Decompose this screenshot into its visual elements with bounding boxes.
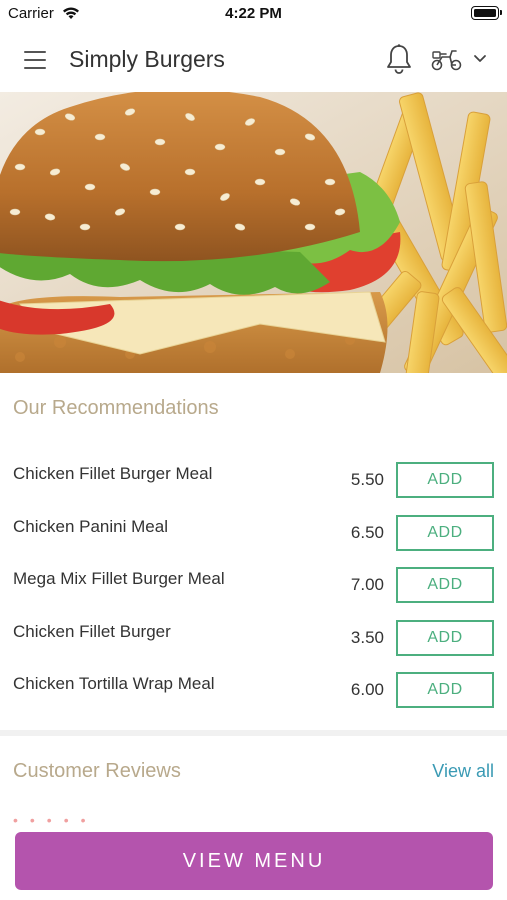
item-name: Chicken Tortilla Wrap Meal (13, 674, 215, 693)
bell-icon[interactable] (384, 43, 414, 75)
status-bar: Carrier 4:22 PM (0, 0, 507, 28)
clock-time: 4:22 PM (225, 5, 282, 22)
item-price: 7.00 (350, 575, 384, 594)
view-menu-button[interactable]: VIEW MENU (15, 832, 493, 890)
app-title: Simply Burgers (69, 46, 225, 72)
item-price: 6.00 (350, 680, 384, 699)
recommendations-list: Chicken Fillet Burger Meal 5.50 ADD Chic… (0, 450, 507, 713)
add-button[interactable]: ADD (396, 619, 494, 656)
list-item: Mega Mix Fillet Burger Meal 7.00 ADD (0, 555, 507, 608)
scooter-icon[interactable] (430, 46, 464, 72)
list-item: Chicken Tortilla Wrap Meal 6.00 ADD (0, 660, 507, 713)
add-button[interactable]: ADD (396, 462, 494, 498)
hero-image (0, 92, 507, 373)
recommendations-title: Our Recommendations (13, 397, 219, 419)
item-name: Chicken Panini Meal (13, 516, 168, 536)
list-item: Chicken Panini Meal 6.50 ADD (0, 503, 507, 556)
add-button[interactable]: ADD (396, 672, 494, 708)
item-name: Chicken Fillet Burger Meal (13, 464, 213, 483)
list-item: Chicken Fillet Burger Meal 5.50 ADD (0, 450, 507, 503)
item-price: 6.50 (350, 522, 384, 542)
reviews-title: Customer Reviews (13, 760, 181, 782)
view-all-link[interactable]: View all (432, 761, 494, 782)
item-price: 3.50 (350, 627, 384, 647)
item-name: Chicken Fillet Burger (13, 621, 171, 641)
add-button[interactable]: ADD (396, 567, 494, 603)
app-header: Simply Burgers (0, 28, 507, 92)
add-button[interactable]: ADD (396, 514, 494, 551)
list-item: Chicken Fillet Burger 3.50 ADD (0, 608, 507, 661)
item-price: 5.50 (350, 470, 384, 489)
item-name: Mega Mix Fillet Burger Meal (13, 569, 225, 588)
chevron-down-icon[interactable] (471, 52, 489, 66)
menu-icon[interactable] (18, 46, 52, 74)
section-divider (0, 730, 507, 736)
battery-icon (471, 6, 502, 20)
